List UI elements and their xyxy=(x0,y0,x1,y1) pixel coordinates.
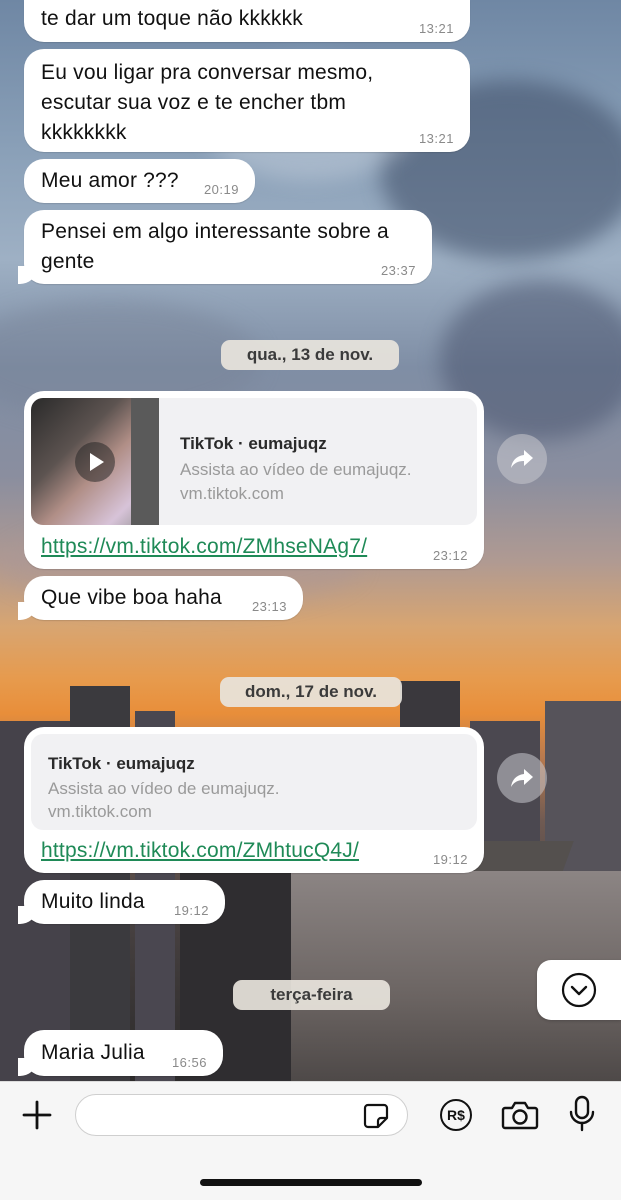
scroll-to-bottom-button[interactable] xyxy=(537,960,621,1020)
date-separator: terça-feira xyxy=(233,980,390,1010)
link-message-bubble[interactable]: TikTok · eumajuqz Assista ao vídeo de eu… xyxy=(24,727,484,873)
message-text: te dar um toque não kkkkkk xyxy=(41,7,303,30)
message-time: 23:37 xyxy=(380,263,416,278)
message-text: Que vibe boa haha xyxy=(41,586,222,609)
video-thumbnail[interactable] xyxy=(31,398,159,525)
message-time: 16:56 xyxy=(171,1055,207,1070)
link-card-description: Assista ao vídeo de eumajuqz. xyxy=(180,460,412,479)
microphone-icon[interactable] xyxy=(565,1094,599,1134)
link-preview-card[interactable]: TikTok · eumajuqz Assista ao vídeo de eu… xyxy=(31,734,477,830)
plus-icon[interactable] xyxy=(18,1096,56,1134)
date-separator: qua., 13 de nov. xyxy=(221,340,399,370)
camera-icon[interactable] xyxy=(500,1096,540,1134)
link-card-title: TikTok · eumajuqz xyxy=(180,434,327,453)
link-card-title: TikTok · eumajuqz xyxy=(48,754,195,773)
chevron-down-icon xyxy=(561,972,597,1008)
message-link[interactable]: https://vm.tiktok.com/ZMhseNAg7/ xyxy=(41,535,367,559)
home-indicator xyxy=(200,1179,422,1186)
message-text: Meu amor ??? xyxy=(41,169,179,192)
message-time: 20:19 xyxy=(203,182,239,197)
message-bubble[interactable]: Pensei em algo interessante sobre a gent… xyxy=(18,210,432,284)
message-bubble[interactable]: te dar um toque não kkkkkk 13:21 xyxy=(24,0,470,42)
link-card-domain: vm.tiktok.com xyxy=(180,484,284,503)
message-input-bar: R$ xyxy=(0,1081,621,1200)
message-text: Eu vou ligar pra conversar mesmo, escuta… xyxy=(41,61,374,144)
message-bubble[interactable]: Muito linda 19:12 xyxy=(18,880,225,924)
message-time: 13:21 xyxy=(418,131,454,146)
link-card-description: Assista ao vídeo de eumajuqz. xyxy=(48,779,280,798)
message-time: 19:12 xyxy=(173,903,209,918)
message-text: Muito linda xyxy=(41,890,145,913)
message-text: Pensei em algo interessante sobre a gent… xyxy=(41,220,389,273)
link-preview-card[interactable]: TikTok · eumajuqz Assista ao vídeo de eu… xyxy=(31,398,477,525)
sticker-icon[interactable] xyxy=(360,1100,392,1132)
link-card-domain: vm.tiktok.com xyxy=(48,802,152,821)
forward-icon[interactable] xyxy=(497,434,547,484)
message-bubble[interactable]: Maria Julia 16:56 xyxy=(18,1030,223,1076)
message-text: Maria Julia xyxy=(41,1041,145,1064)
message-bubble[interactable]: Eu vou ligar pra conversar mesmo, escuta… xyxy=(24,49,470,152)
message-time: 13:21 xyxy=(418,21,454,36)
message-bubble[interactable]: Que vibe boa haha 23:13 xyxy=(18,576,303,620)
forward-icon[interactable] xyxy=(497,753,547,803)
message-bubble[interactable]: Meu amor ??? 20:19 xyxy=(24,159,255,203)
message-link[interactable]: https://vm.tiktok.com/ZMhtucQ4J/ xyxy=(41,839,359,863)
message-time: 19:12 xyxy=(432,852,468,867)
date-separator: dom., 17 de nov. xyxy=(220,677,402,707)
pix-payment-icon[interactable]: R$ xyxy=(437,1096,475,1134)
message-input[interactable] xyxy=(75,1094,408,1136)
play-icon[interactable] xyxy=(75,442,115,482)
link-message-bubble[interactable]: TikTok · eumajuqz Assista ao vídeo de eu… xyxy=(24,391,484,569)
message-time: 23:12 xyxy=(432,548,468,563)
payment-icon-label: R$ xyxy=(447,1107,465,1123)
message-time: 23:13 xyxy=(251,599,287,614)
